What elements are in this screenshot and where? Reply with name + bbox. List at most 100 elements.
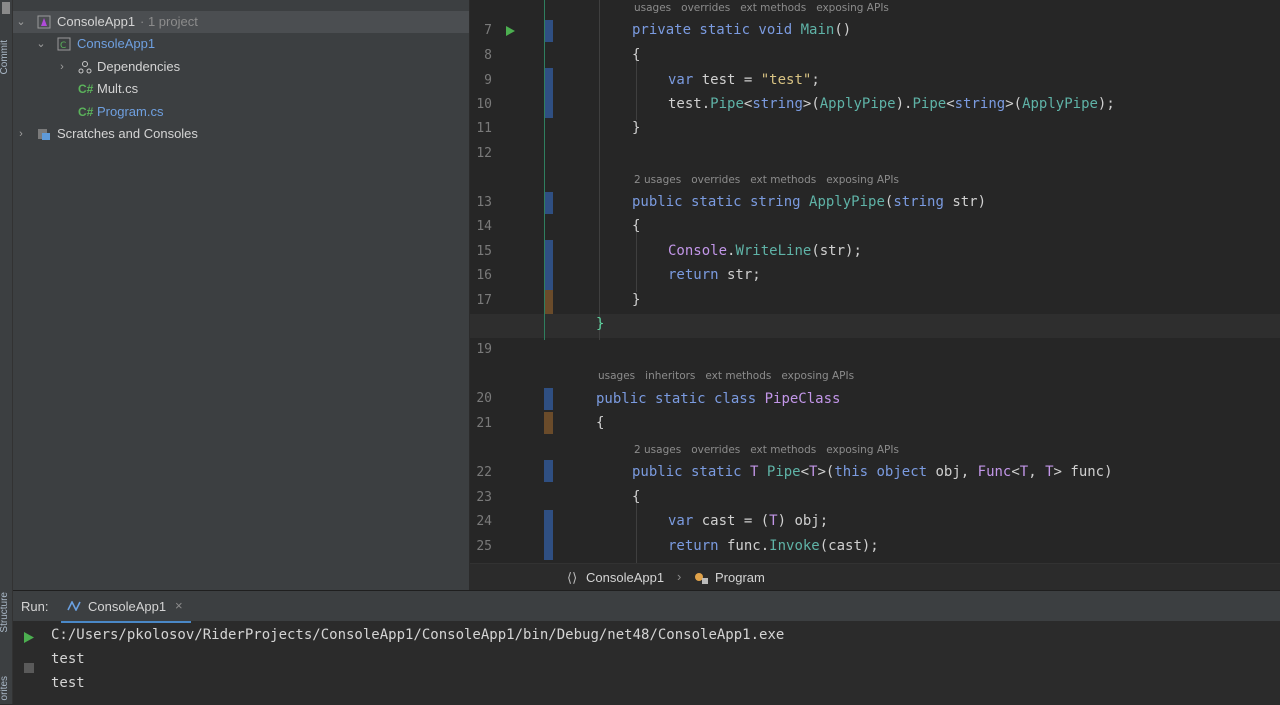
breadcrumb: ⟨⟩ ConsoleApp1 › Program	[470, 563, 1280, 591]
code-vision-hints[interactable]: usages overrides ext methods exposing APIs	[634, 2, 899, 14]
code-line-24: var cast = (T) obj;	[668, 513, 829, 529]
rerun-icon[interactable]	[23, 631, 35, 644]
run-gutter-icon[interactable]	[504, 25, 516, 37]
hint-usages[interactable]: usages	[634, 2, 671, 14]
code-vision-hints[interactable]: 2 usages overrides ext methods exposing API…	[634, 444, 909, 456]
hint-overrides[interactable]: overrides	[681, 2, 730, 14]
structure-tool-tab[interactable]: Structure	[0, 592, 10, 633]
scratches-icon	[38, 129, 50, 140]
hint-exposing-apis[interactable]: exposing APIs	[826, 174, 899, 186]
change-marker	[544, 240, 553, 290]
solution-name: ConsoleApp1	[57, 14, 136, 29]
chevron-down-icon[interactable]: ⌄	[16, 11, 26, 33]
code-line-25: return func.Invoke(cast);	[668, 538, 879, 554]
code-line-14: {	[632, 218, 641, 234]
change-marker	[544, 192, 553, 214]
breadcrumb-class[interactable]: Program	[715, 570, 765, 585]
stop-icon[interactable]	[24, 663, 34, 673]
favorites-tool-tab[interactable]: orites	[0, 676, 10, 700]
code-editor[interactable]: 78910111213141516171819202122232425 usag…	[470, 0, 1280, 563]
project-panel: ⌄ ConsoleApp1 · 1 project ⌄ C ConsoleApp…	[13, 0, 469, 590]
run-tab[interactable]: ConsoleApp1 ×	[61, 591, 191, 623]
code-line-16: return str;	[668, 267, 761, 283]
hint-ext-methods[interactable]: ext methods	[750, 174, 816, 186]
folder-icon[interactable]	[2, 2, 10, 14]
chevron-right-icon[interactable]: ›	[57, 56, 67, 78]
change-marker-modified	[544, 412, 553, 434]
line-number: 22	[476, 465, 492, 480]
line-number: 7	[484, 23, 492, 38]
file-name: Mult.cs	[97, 81, 139, 96]
code-vision-hints[interactable]: 2 usages overrides ext methods exposing API…	[634, 174, 909, 186]
indent-guide	[636, 60, 637, 120]
line-number: 11	[476, 121, 492, 136]
hint-exposing-apis[interactable]: exposing APIs	[781, 370, 854, 382]
hint-ext-methods[interactable]: ext methods	[705, 370, 771, 382]
line-number: 25	[476, 539, 492, 554]
hint-overrides[interactable]: overrides	[691, 444, 740, 456]
indent-guide	[636, 502, 637, 563]
code-vision-hints[interactable]: usages inheritors ext methods exposing APIs	[598, 370, 864, 382]
hint-exposing-apis[interactable]: exposing APIs	[826, 444, 899, 456]
line-number: 24	[476, 514, 492, 529]
brace-guide	[544, 0, 545, 340]
run-label: Run:	[21, 599, 49, 614]
csharp-project-icon: C	[57, 37, 71, 51]
tree-row-scratches[interactable]: › Scratches and Consoles	[13, 123, 469, 145]
hint-ext-methods[interactable]: ext methods	[750, 444, 816, 456]
class-icon	[695, 573, 708, 584]
code-line-8: {	[632, 47, 641, 63]
hint-usages[interactable]: 2 usages	[634, 444, 681, 456]
change-marker	[544, 388, 553, 410]
output-line: test	[51, 675, 85, 691]
solution-project-count: · 1 project	[140, 14, 198, 29]
hint-usages[interactable]: usages	[598, 370, 635, 382]
tree-row-program-cs[interactable]: C# Program.cs	[13, 101, 469, 123]
hint-exposing-apis[interactable]: exposing APIs	[816, 2, 889, 14]
run-config-icon	[67, 601, 81, 611]
change-marker	[544, 460, 553, 482]
hint-inheritors[interactable]: inheritors	[645, 370, 695, 382]
code-line-21: {	[596, 415, 605, 431]
hint-usages[interactable]: 2 usages	[634, 174, 681, 186]
code-line-23: {	[632, 489, 641, 505]
run-tab-label: ConsoleApp1	[88, 599, 167, 614]
dependencies-label: Dependencies	[97, 59, 181, 74]
csharp-file-icon: C#	[78, 105, 94, 119]
line-number: 8	[484, 48, 492, 63]
tree-row-mult-cs[interactable]: C# Mult.cs	[13, 78, 469, 100]
line-number: 14	[476, 219, 492, 234]
output-line: test	[51, 651, 85, 667]
hint-ext-methods[interactable]: ext methods	[740, 2, 806, 14]
code-line-10: test.Pipe<string>(ApplyPipe).Pipe<string…	[668, 96, 1115, 112]
close-icon[interactable]: ×	[175, 598, 183, 613]
chevron-right-icon: ›	[677, 569, 682, 584]
left-tool-strip: Commit Structure orites	[0, 0, 13, 704]
solution-icon	[37, 15, 51, 29]
line-number: 20	[476, 391, 492, 406]
file-name: Program.cs	[97, 104, 164, 119]
hint-overrides[interactable]: overrides	[691, 174, 740, 186]
tree-row-dependencies[interactable]: › Dependencies	[13, 56, 469, 78]
line-number: 16	[476, 268, 492, 283]
output-line: C:/Users/pkolosov/RiderProjects/ConsoleA…	[51, 627, 785, 643]
breadcrumb-namespace[interactable]: ConsoleApp1	[586, 570, 664, 585]
code-line-22: public static T Pipe<T>(this object obj,…	[632, 464, 1113, 480]
indent-guide	[636, 232, 637, 292]
commit-tool-tab[interactable]: Commit	[0, 40, 10, 74]
change-marker	[544, 20, 553, 42]
dependencies-icon	[78, 61, 92, 74]
run-panel-header: Run: ConsoleApp1 ×	[13, 591, 1280, 623]
run-toolbar	[13, 621, 41, 705]
chevron-right-icon[interactable]: ›	[16, 123, 26, 145]
code-line-9: var test = "test";	[668, 72, 820, 88]
line-number: 23	[476, 490, 492, 505]
tree-row-project[interactable]: ⌄ C ConsoleApp1	[13, 33, 469, 55]
tree-row-solution[interactable]: ⌄ ConsoleApp1 · 1 project	[13, 11, 469, 33]
chevron-down-icon[interactable]: ⌄	[36, 33, 46, 55]
csharp-file-icon: C#	[78, 82, 94, 96]
line-number: 19	[476, 342, 492, 357]
namespace-icon: ⟨⟩	[567, 570, 578, 585]
code-line-11: }	[632, 120, 641, 136]
change-marker	[544, 510, 553, 560]
